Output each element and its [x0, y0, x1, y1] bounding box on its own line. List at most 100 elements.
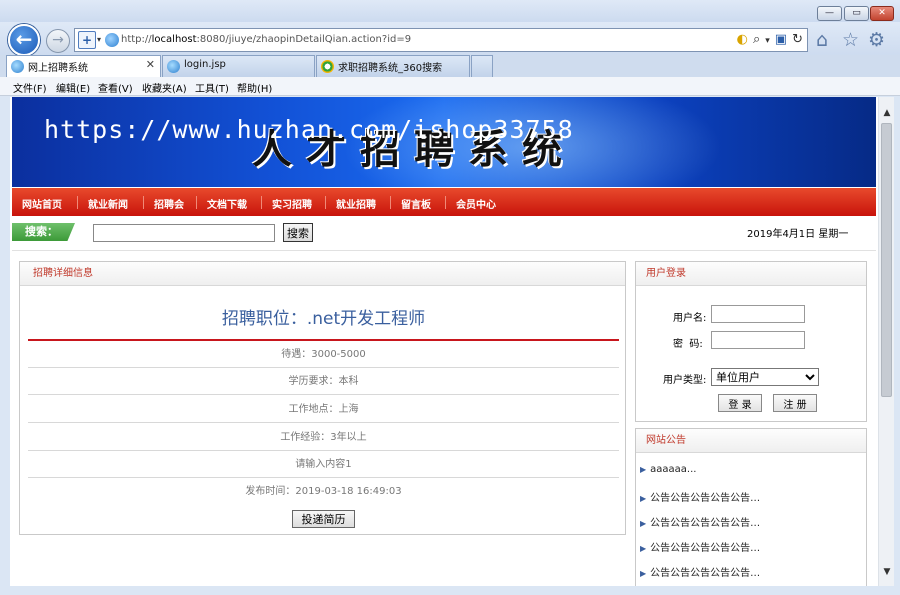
- nav-downloads[interactable]: 文档下载: [207, 196, 247, 211]
- detail-description: 请输入内容1: [28, 451, 619, 478]
- password-label: 密 码:: [673, 339, 703, 350]
- nav-separator: [77, 196, 78, 209]
- bullet-arrow-icon: ▶: [640, 544, 647, 553]
- search-row: 搜索： 搜索 2019年4月1日 星期一: [12, 217, 876, 251]
- register-button[interactable]: 注 册: [773, 394, 817, 412]
- panel-header: 招聘详细信息: [20, 262, 625, 286]
- notice-item[interactable]: ▶ aaaaaa...: [640, 464, 696, 475]
- url-scheme: http://: [121, 34, 152, 45]
- detail-education: 学历要求：本科: [28, 368, 619, 395]
- nav-separator: [143, 196, 144, 209]
- panel-header: 网站公告: [636, 429, 866, 453]
- vertical-scrollbar[interactable]: ▲ ▼: [878, 97, 894, 586]
- close-window-button[interactable]: ✕: [870, 6, 894, 21]
- minimize-button[interactable]: —: [817, 6, 842, 21]
- nav-job-fair[interactable]: 招聘会: [154, 196, 184, 211]
- search-input[interactable]: [93, 224, 275, 242]
- compat-view-icon[interactable]: +: [78, 31, 96, 49]
- detail-publish-time: 发布时间：2019-03-18 16:49:03: [245, 486, 402, 497]
- url-path: :8080/jiuye/zhaopinDetailQian.action?id=…: [196, 34, 412, 45]
- bullet-arrow-icon: ▶: [640, 494, 647, 503]
- notice-item[interactable]: ▶ 公告公告公告公告公告…: [640, 514, 760, 529]
- scroll-thumb[interactable]: [881, 123, 892, 397]
- nav-guestbook[interactable]: 留言板: [401, 196, 431, 211]
- panel-header: 用户登录: [636, 262, 866, 286]
- notice-panel: 网站公告 ▶ aaaaaa... ▶ 公告公告公告公告公告… ▶ 公告公告公告公告公告…: [635, 428, 867, 586]
- refresh-icon[interactable]: ↻: [792, 31, 803, 49]
- chevron-down-icon[interactable]: ▾: [97, 31, 105, 49]
- apply-resume-button[interactable]: 投递简历: [292, 510, 355, 528]
- password-field[interactable]: [711, 331, 805, 349]
- page-viewport: 人才招聘系统 https://www.huzhan.com/ishop33758…: [10, 97, 878, 586]
- notice-text: 公告公告公告公告公告…: [650, 568, 761, 579]
- username-label: 用户名:: [673, 313, 707, 324]
- address-url[interactable]: http://localhost:8080/jiuye/zhaopinDetai…: [121, 34, 411, 45]
- ie-page-icon: [167, 60, 180, 73]
- scroll-up-icon[interactable]: ▲: [879, 105, 895, 121]
- notice-item[interactable]: ▶ 公告公告公告公告公告…: [640, 489, 760, 504]
- nav-employment[interactable]: 就业招聘: [336, 196, 376, 211]
- favorites-star-icon[interactable]: ☆: [842, 30, 859, 50]
- menu-tools[interactable]: 工具(T): [195, 80, 229, 95]
- back-arrow-icon[interactable]: ←: [8, 24, 40, 56]
- close-tab-icon[interactable]: ✕: [146, 58, 155, 71]
- notice-item[interactable]: ▶ 公告公告公告公告公告…: [640, 564, 760, 579]
- nav-news[interactable]: 就业新闻: [88, 196, 128, 211]
- search-button[interactable]: 搜索: [283, 223, 313, 242]
- scroll-down-icon[interactable]: ▼: [879, 564, 895, 580]
- nav-separator: [325, 196, 326, 209]
- search-icon[interactable]: ⌕: [753, 31, 760, 49]
- compat-icon[interactable]: ▣: [775, 31, 787, 49]
- menu-bar: 文件(F) 编辑(E) 查看(V) 收藏夹(A) 工具(T) 帮助(H): [0, 77, 900, 96]
- notice-text: 公告公告公告公告公告…: [650, 493, 761, 504]
- tab-360-search[interactable]: 求职招聘系统_360搜索: [316, 55, 470, 77]
- notice-text: 公告公告公告公告公告…: [650, 518, 761, 529]
- username-field[interactable]: [711, 305, 805, 323]
- site-nav: 网站首页 就业新闻 招聘会 文档下载 实习招聘 就业招聘 留言板 会员中心: [12, 188, 876, 216]
- home-icon[interactable]: ⌂: [816, 30, 828, 50]
- search-label: 搜索：: [12, 223, 75, 241]
- new-tab-button[interactable]: [471, 55, 493, 77]
- tab-login-jsp[interactable]: login.jsp: [162, 55, 315, 77]
- menu-help[interactable]: 帮助(H): [237, 80, 272, 95]
- login-panel: 用户登录 用户名: 密 码: 用户类型: 单位用户 登 录 注 册: [635, 261, 867, 422]
- forward-arrow-icon[interactable]: →: [46, 29, 70, 53]
- nav-separator: [445, 196, 446, 209]
- tab-label: login.jsp: [184, 59, 226, 70]
- job-detail-panel: 招聘详细信息 招聘职位：.net开发工程师 待遇：3000-5000 学历要求：…: [19, 261, 626, 535]
- url-host: localhost: [151, 34, 197, 45]
- notice-item[interactable]: ▶ 公告公告公告公告公告…: [640, 539, 760, 554]
- watermark-text: https://www.huzhan.com/ishop33758: [44, 115, 574, 144]
- extension-icon[interactable]: ◐: [737, 31, 748, 49]
- menu-favorites[interactable]: 收藏夹(A): [142, 80, 187, 95]
- settings-gear-icon[interactable]: ⚙: [868, 30, 885, 50]
- nav-internship[interactable]: 实习招聘: [272, 196, 312, 211]
- tab-strip: 网上招聘系统 ✕ login.jsp 求职招聘系统_360搜索: [0, 55, 900, 77]
- nav-separator: [390, 196, 391, 209]
- address-bar[interactable]: + ▾ http://localhost:8080/jiuye/zhaopinD…: [74, 28, 808, 52]
- bullet-arrow-icon: ▶: [640, 519, 647, 528]
- nav-home[interactable]: 网站首页: [22, 196, 62, 211]
- site-banner: 人才招聘系统 https://www.huzhan.com/ishop33758: [12, 97, 876, 187]
- bullet-arrow-icon: ▶: [640, 465, 647, 474]
- search-dropdown-icon[interactable]: ▾: [765, 32, 770, 50]
- current-date: 2019年4月1日 星期一: [747, 229, 849, 240]
- bullet-arrow-icon: ▶: [640, 569, 647, 578]
- nav-member[interactable]: 会员中心: [456, 196, 496, 211]
- notice-text: 公告公告公告公告公告…: [650, 543, 761, 554]
- nav-separator: [261, 196, 262, 209]
- menu-file[interactable]: 文件(F): [13, 80, 47, 95]
- nav-separator: [196, 196, 197, 209]
- detail-experience: 工作经验：3年以上: [28, 424, 619, 451]
- tab-label: 求职招聘系统_360搜索: [338, 63, 443, 74]
- page-favicon-icon: [105, 33, 119, 47]
- user-type-select[interactable]: 单位用户: [711, 368, 819, 386]
- menu-edit[interactable]: 编辑(E): [56, 80, 90, 95]
- detail-salary: 待遇：3000-5000: [28, 341, 619, 368]
- login-button[interactable]: 登 录: [718, 394, 762, 412]
- menu-view[interactable]: 查看(V): [98, 80, 133, 95]
- tab-recruit-system[interactable]: 网上招聘系统 ✕: [6, 55, 161, 77]
- maximize-button[interactable]: ▭: [844, 6, 869, 21]
- job-title: 招聘职位：.net开发工程师: [221, 309, 426, 329]
- tab-label: 网上招聘系统: [28, 63, 88, 74]
